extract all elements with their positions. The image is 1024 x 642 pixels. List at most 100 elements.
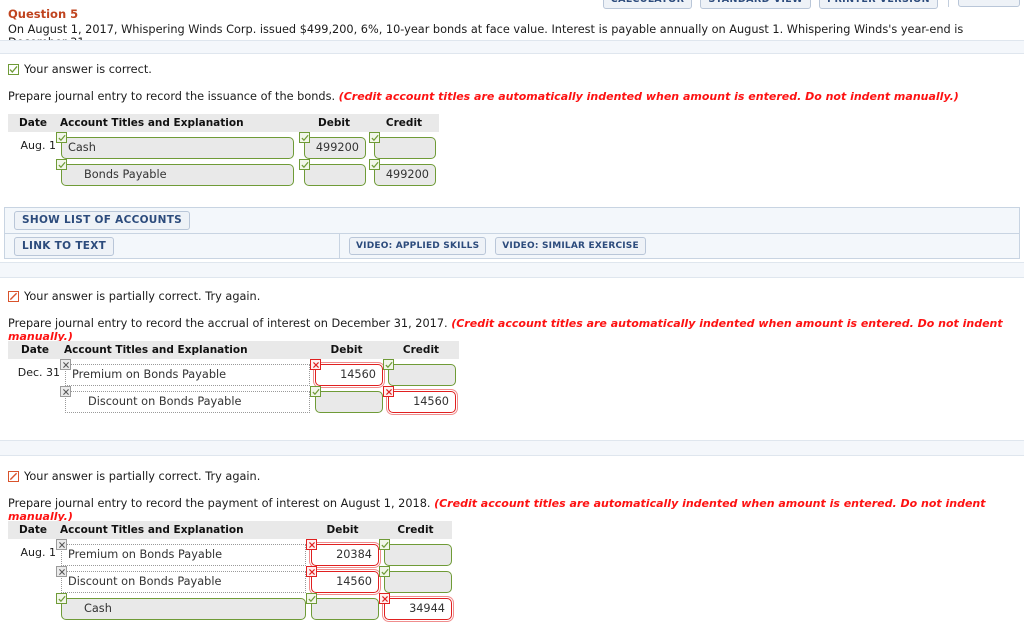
debit-field-wrap bbox=[306, 593, 379, 620]
row-account-cell: Cash bbox=[56, 132, 299, 159]
slash-icon bbox=[8, 291, 19, 302]
prompt-text-3: Prepare journal entry to record the paym… bbox=[8, 497, 431, 510]
account-title-input[interactable]: Bonds Payable bbox=[61, 164, 294, 186]
close-icon bbox=[60, 359, 71, 370]
credit-field-wrap: 14560 bbox=[383, 386, 459, 413]
credit-input[interactable] bbox=[374, 137, 436, 159]
row-debit-cell bbox=[310, 386, 383, 413]
status-line-3: Your answer is partially correct. Try ag… bbox=[0, 470, 1024, 483]
journal-table-2-wrap: Date Account Titles and Explanation Debi… bbox=[0, 341, 1024, 413]
status-text-2: Your answer is partially correct. Try ag… bbox=[24, 290, 261, 303]
col-account: Account Titles and Explanation bbox=[56, 521, 306, 539]
col-credit: Credit bbox=[383, 341, 459, 359]
standard-view-button[interactable]: STANDARD VIEW bbox=[700, 0, 812, 9]
journal-table-1-wrap: Date Account Titles and Explanation Debi… bbox=[0, 114, 1024, 186]
row-account-cell: Discount on Bonds Payable bbox=[56, 566, 306, 593]
row-debit-cell bbox=[299, 159, 369, 186]
row-account-cell: Bonds Payable bbox=[56, 159, 299, 186]
check-icon bbox=[306, 593, 317, 604]
check-icon bbox=[310, 386, 321, 397]
video-similar-exercise-button[interactable]: VIDEO: SIMILAR EXERCISE bbox=[495, 237, 646, 255]
check-icon bbox=[299, 132, 310, 143]
account-field-wrap: Discount on Bonds Payable bbox=[56, 566, 306, 593]
col-date: Date bbox=[8, 521, 56, 539]
account-title-input[interactable]: Discount on Bonds Payable bbox=[65, 391, 310, 413]
journal-table-2: Date Account Titles and Explanation Debi… bbox=[8, 341, 459, 413]
debit-input[interactable]: 14560 bbox=[311, 571, 379, 593]
status-text-1: Your answer is correct. bbox=[24, 63, 152, 76]
account-title-input[interactable]: Premium on Bonds Payable bbox=[65, 364, 310, 386]
credit-input[interactable] bbox=[384, 571, 452, 593]
account-title-input[interactable]: Cash bbox=[61, 137, 294, 159]
journal-section-2: Your answer is partially correct. Try ag… bbox=[0, 290, 1024, 303]
credit-field-wrap bbox=[379, 539, 452, 566]
toolbar-extra-button[interactable] bbox=[958, 0, 1020, 7]
bar-left-group: LINK TO TEXT bbox=[5, 234, 339, 258]
row-debit-cell: 14560 bbox=[310, 359, 383, 386]
row-date bbox=[8, 566, 56, 593]
toolbar-divider bbox=[948, 0, 949, 7]
slash-icon bbox=[8, 471, 19, 482]
close-icon bbox=[383, 386, 394, 397]
prompt-block-2: Prepare journal entry to record the accr… bbox=[0, 317, 1024, 343]
table-row: Discount on Bonds Payable 14560 bbox=[8, 566, 452, 593]
credit-input[interactable]: 14560 bbox=[388, 391, 456, 413]
col-debit: Debit bbox=[299, 114, 369, 132]
status-line-1: Your answer is correct. bbox=[0, 63, 1024, 76]
col-debit: Debit bbox=[306, 521, 379, 539]
debit-input[interactable] bbox=[315, 391, 383, 413]
debit-input[interactable] bbox=[311, 598, 379, 620]
account-title-input[interactable]: Premium on Bonds Payable bbox=[61, 544, 306, 566]
section-divider-top bbox=[0, 40, 1024, 54]
account-field-wrap: Premium on Bonds Payable bbox=[56, 539, 306, 566]
row-credit-cell: 499200 bbox=[369, 159, 439, 186]
check-icon bbox=[56, 159, 67, 170]
credit-input[interactable]: 499200 bbox=[374, 164, 436, 186]
row-account-cell: Premium on Bonds Payable bbox=[56, 539, 306, 566]
journal-table-3-wrap: Date Account Titles and Explanation Debi… bbox=[0, 521, 1024, 620]
debit-field-wrap bbox=[299, 159, 369, 186]
row-debit-cell: 499200 bbox=[299, 132, 369, 159]
col-date: Date bbox=[8, 341, 60, 359]
debit-input[interactable] bbox=[304, 164, 366, 186]
debit-input[interactable]: 14560 bbox=[315, 364, 383, 386]
row-date bbox=[8, 159, 56, 186]
check-icon bbox=[56, 132, 67, 143]
check-icon bbox=[8, 64, 19, 75]
bar-right-group: VIDEO: APPLIED SKILLS VIDEO: SIMILAR EXE… bbox=[340, 234, 1019, 258]
account-title-input[interactable]: Cash bbox=[61, 598, 306, 620]
video-applied-skills-button[interactable]: VIDEO: APPLIED SKILLS bbox=[349, 237, 487, 255]
printer-version-button[interactable]: PRINTER VERSION bbox=[819, 0, 938, 9]
debit-input[interactable]: 499200 bbox=[304, 137, 366, 159]
debit-input[interactable]: 20384 bbox=[311, 544, 379, 566]
debit-field-wrap: 14560 bbox=[310, 359, 383, 386]
row-credit-cell bbox=[383, 359, 459, 386]
page-title: Question 5 bbox=[8, 7, 79, 21]
account-title-input[interactable]: Discount on Bonds Payable bbox=[61, 571, 306, 593]
action-bar-1: SHOW LIST OF ACCOUNTS LINK TO TEXT VIDEO… bbox=[0, 207, 1024, 259]
account-field-wrap: Cash bbox=[56, 593, 306, 620]
credit-input[interactable] bbox=[388, 364, 456, 386]
action-bar-container: SHOW LIST OF ACCOUNTS LINK TO TEXT VIDEO… bbox=[4, 207, 1020, 259]
col-credit: Credit bbox=[369, 114, 439, 132]
show-list-of-accounts-button[interactable]: SHOW LIST OF ACCOUNTS bbox=[14, 211, 191, 230]
prompt-text-2: Prepare journal entry to record the accr… bbox=[8, 317, 448, 330]
credit-input[interactable] bbox=[384, 544, 452, 566]
table-row: Bonds Payable 499200 bbox=[8, 159, 439, 186]
table-header-row: Date Account Titles and Explanation Debi… bbox=[8, 114, 439, 132]
col-credit: Credit bbox=[379, 521, 452, 539]
section-divider-2 bbox=[0, 440, 1024, 456]
calculator-button[interactable]: CALCULATOR bbox=[602, 0, 693, 9]
close-icon bbox=[60, 386, 71, 397]
status-text-3: Your answer is partially correct. Try ag… bbox=[24, 470, 261, 483]
row-account-cell: Discount on Bonds Payable bbox=[60, 386, 310, 413]
credit-input[interactable]: 34944 bbox=[384, 598, 452, 620]
journal-section-1: Your answer is correct. bbox=[0, 63, 1024, 76]
col-debit: Debit bbox=[310, 341, 383, 359]
row-debit-cell: 14560 bbox=[306, 566, 379, 593]
debit-field-wrap bbox=[310, 386, 383, 413]
link-to-text-button[interactable]: LINK TO TEXT bbox=[14, 236, 115, 256]
prompt-block-3: Prepare journal entry to record the paym… bbox=[0, 497, 1024, 523]
prompt-text-1: Prepare journal entry to record the issu… bbox=[8, 90, 336, 103]
question-page: CALCULATOR STANDARD VIEW PRINTER VERSION… bbox=[0, 0, 1024, 642]
